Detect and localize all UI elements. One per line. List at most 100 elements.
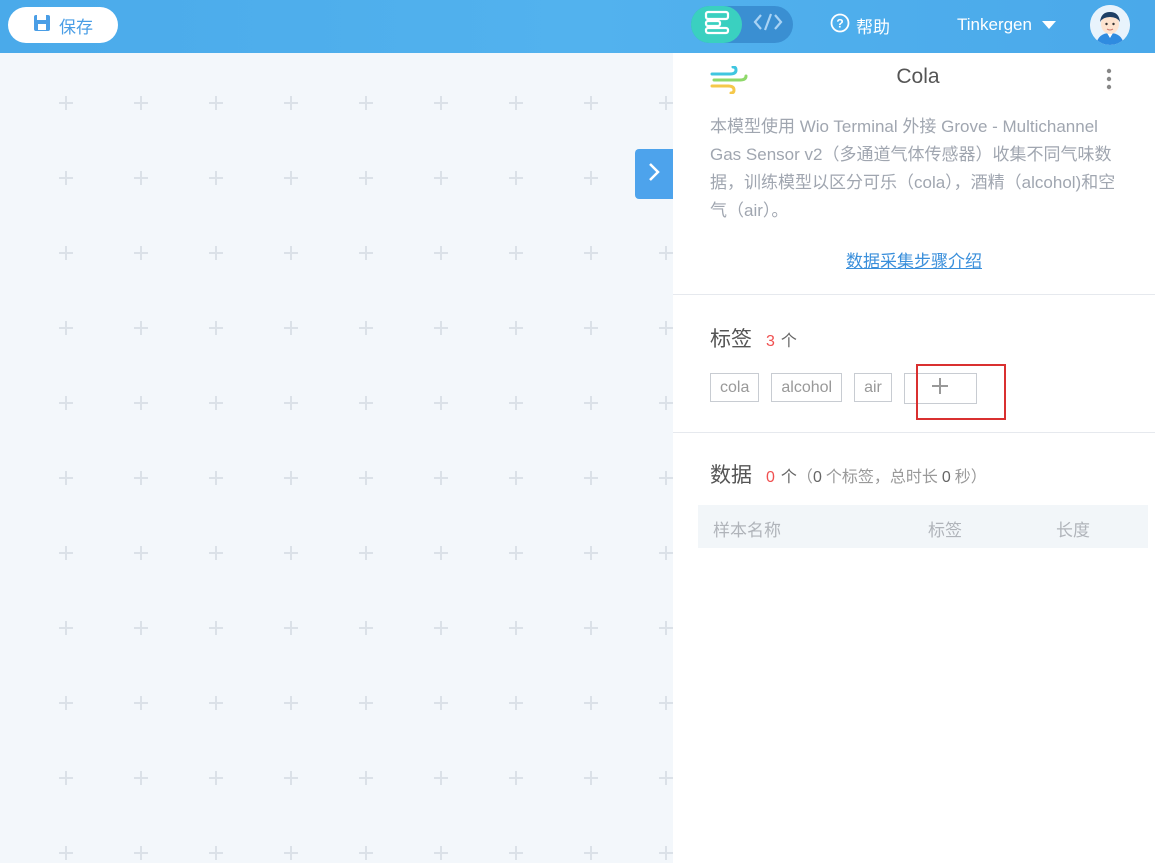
grid-plus-mark: [584, 546, 598, 560]
grid-plus-mark: [359, 96, 373, 110]
grid-plus-mark: [134, 396, 148, 410]
more-vertical-icon[interactable]: [1102, 67, 1116, 91]
grid-plus-mark: [434, 171, 448, 185]
labels-count: 3: [766, 333, 775, 350]
grid-plus-mark: [284, 396, 298, 410]
grid-plus-mark: [584, 771, 598, 785]
data-duration-unit: 秒: [954, 469, 971, 486]
grid-plus-mark: [134, 621, 148, 635]
data-section-header: 数据 0 个（0 个标签，总时长 0 秒）: [710, 459, 987, 489]
grid-plus-mark: [509, 696, 523, 710]
data-collection-guide-link[interactable]: 数据采集步骤介绍: [673, 247, 1155, 272]
help-button[interactable]: ? 帮助: [830, 12, 890, 38]
collapse-panel-button[interactable]: [635, 149, 673, 199]
grid-plus-mark: [59, 96, 73, 110]
grid-plus-mark: [284, 171, 298, 185]
grid-plus-mark: [59, 546, 73, 560]
grid-plus-mark: [359, 396, 373, 410]
grid-plus-mark: [59, 696, 73, 710]
grid-plus-mark: [434, 546, 448, 560]
column-length[interactable]: 长度: [1056, 516, 1090, 541]
grid-plus-mark: [359, 471, 373, 485]
chevron-right-icon: [647, 161, 661, 188]
grid-plus-mark: [134, 171, 148, 185]
save-button[interactable]: 保存: [8, 7, 118, 43]
top-bar: 保存 ? 帮助 Tinkergen: [0, 0, 1155, 53]
username: Tinkergen: [957, 15, 1032, 34]
grid-plus-mark: [134, 471, 148, 485]
grid-plus-mark: [659, 471, 673, 485]
grid-plus-mark: [359, 621, 373, 635]
grid-plus-mark: [359, 171, 373, 185]
data-paren-open: （: [796, 469, 813, 486]
grid-plus-mark: [584, 96, 598, 110]
tag-alcohol[interactable]: alcohol: [771, 373, 843, 402]
grid-plus-mark: [434, 771, 448, 785]
grid-plus-mark: [284, 246, 298, 260]
grid-plus-mark: [584, 246, 598, 260]
grid-plus-mark: [59, 321, 73, 335]
save-label: 保存: [59, 17, 93, 37]
grid-plus-mark: [284, 546, 298, 560]
grid-plus-mark: [209, 621, 223, 635]
code-mode-icon: [753, 12, 783, 37]
grid-plus-mark: [59, 471, 73, 485]
code-mode-button[interactable]: [742, 6, 793, 43]
grid-plus-mark: [134, 696, 148, 710]
model-panel: Cola 本模型使用 Wio Terminal 外接 Grove - Multi…: [673, 53, 1155, 863]
grid-plus-mark: [209, 396, 223, 410]
grid-plus-mark: [284, 846, 298, 860]
help-label: 帮助: [856, 17, 890, 37]
column-label[interactable]: 标签: [928, 516, 962, 541]
grid-plus-mark: [359, 696, 373, 710]
grid-plus-mark: [434, 396, 448, 410]
grid-plus-mark: [134, 771, 148, 785]
data-count: 0: [766, 469, 775, 486]
labels-title: 标签: [710, 328, 752, 351]
grid-plus-mark: [209, 846, 223, 860]
grid-plus-mark: [659, 771, 673, 785]
tag-air[interactable]: air: [854, 373, 892, 402]
blocks-mode-icon: [703, 9, 731, 40]
block-workspace[interactable]: [0, 53, 673, 863]
grid-plus-mark: [434, 96, 448, 110]
column-sample-name[interactable]: 样本名称: [713, 516, 781, 541]
svg-text:?: ?: [836, 16, 843, 30]
grid-plus-mark: [509, 171, 523, 185]
grid-plus-mark: [434, 696, 448, 710]
grid-plus-mark: [59, 246, 73, 260]
grid-plus-mark: [359, 246, 373, 260]
blocks-mode-button[interactable]: [691, 6, 742, 43]
grid-plus-mark: [509, 546, 523, 560]
grid-plus-mark: [284, 321, 298, 335]
data-paren-close: ）: [970, 469, 987, 486]
grid-plus-mark: [209, 171, 223, 185]
grid-plus-mark: [659, 546, 673, 560]
grid-plus-mark: [509, 321, 523, 335]
grid-plus-mark: [59, 171, 73, 185]
labels-section-header: 标签 3 个: [710, 323, 797, 353]
grid-plus-mark: [209, 321, 223, 335]
model-description: 本模型使用 Wio Terminal 外接 Grove - Multichann…: [710, 117, 1116, 220]
grid-plus-mark: [434, 321, 448, 335]
grid-plus-mark: [659, 96, 673, 110]
grid-plus-mark: [209, 471, 223, 485]
sample-table-header: 样本名称 标签 长度: [698, 505, 1148, 548]
section-divider: [673, 432, 1155, 433]
help-icon: ?: [830, 13, 850, 38]
editor-mode-toggle: [691, 6, 793, 43]
grid-plus-mark: [359, 771, 373, 785]
grid-plus-mark: [209, 96, 223, 110]
grid-plus-mark: [134, 321, 148, 335]
model-title: Cola: [896, 65, 940, 88]
section-divider: [673, 294, 1155, 295]
avatar[interactable]: [1090, 5, 1130, 45]
data-tag-count: 0: [812, 469, 822, 486]
tag-cola[interactable]: cola: [710, 373, 760, 402]
user-menu[interactable]: Tinkergen: [957, 12, 1056, 38]
grid-plus-mark: [59, 621, 73, 635]
grid-plus-mark: [509, 471, 523, 485]
grid-plus-mark: [659, 321, 673, 335]
grid-plus-mark: [59, 396, 73, 410]
workspace-grid: [59, 96, 673, 860]
